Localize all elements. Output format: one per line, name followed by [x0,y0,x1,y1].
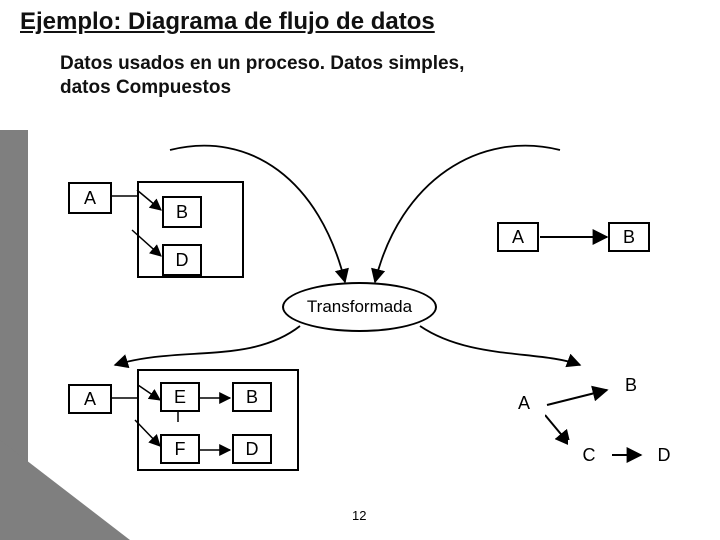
node-label: D [658,445,671,466]
node-label: F [175,439,186,460]
corner-decoration [0,440,130,540]
node-D-top-left: D [162,244,202,276]
node-C-bottom-right: C [568,440,610,470]
node-A-top-right: A [497,222,539,252]
node-A-bottom-right: A [503,388,545,418]
node-label: B [625,375,637,396]
node-E-bottom-left: E [160,382,200,412]
node-A-top-left: A [68,182,112,214]
node-B-bottom-right: B [610,370,652,400]
process-ellipse: Transformada [282,282,437,332]
node-label: A [84,188,96,209]
node-D-bottom-left: D [232,434,272,464]
node-label: D [246,439,259,460]
node-F-bottom-left: F [160,434,200,464]
node-B-bottom-left: B [232,382,272,412]
node-label: D [176,250,189,271]
node-label: B [176,202,188,223]
node-B-top-left: B [162,196,202,228]
node-B-top-right: B [608,222,650,252]
slide-title: Ejemplo: Diagrama de flujo de datos [20,8,435,36]
node-label: E [174,387,186,408]
node-label: A [84,389,96,410]
node-label: C [583,445,596,466]
ellipse-label: Transformada [307,297,412,317]
node-A-bottom-left: A [68,384,112,414]
node-label: A [512,227,524,248]
slide-subtitle: Datos usados en un proceso. Datos simple… [60,52,464,100]
node-label: B [623,227,635,248]
page-number: 12 [352,508,366,523]
node-D-bottom-right: D [643,440,685,470]
node-label: A [518,393,530,414]
node-label: B [246,387,258,408]
